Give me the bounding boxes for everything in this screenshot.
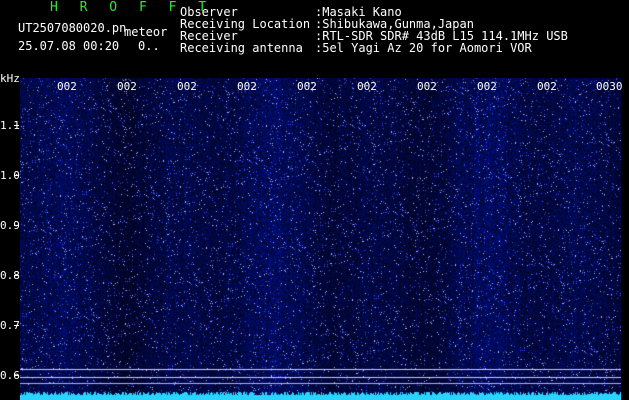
x-tick-label: 002 [237, 80, 257, 93]
y-tick-mark [14, 175, 19, 176]
antenna-value: :5el Yagi Az 20 for Aomori VOR [315, 41, 532, 55]
y-tick-mark [14, 225, 19, 226]
file-tag: meteor [124, 25, 168, 39]
y-tick-mark [14, 275, 19, 276]
x-tick-label: 002 [417, 80, 437, 93]
x-tick-label: 002 [477, 80, 497, 93]
y-tick-mark [14, 125, 19, 126]
x-tick-label: 002 [117, 80, 137, 93]
x-tick-label: 002 [537, 80, 557, 93]
header-panel: H R O F F T UT2507080020.pn meteor 25.07… [0, 0, 629, 76]
y-tick-mark [14, 375, 19, 376]
khz-axis-label: kHz [0, 72, 20, 85]
y-tick-mark [14, 325, 19, 326]
spectrogram-canvas [20, 78, 621, 400]
spectrogram-panel [20, 78, 621, 400]
event-count: 0.. [138, 39, 160, 53]
x-tick-label: 002 [57, 80, 77, 93]
x-tick-label: 002 [177, 80, 197, 93]
file-name: UT2507080020.pn [18, 21, 127, 35]
date-time: 25.07.08 00:20 [18, 39, 120, 53]
antenna-label: Receiving antenna [180, 41, 303, 55]
x-tick-label: 002 [297, 80, 317, 93]
x-tick-label: 002 [357, 80, 377, 93]
x-tick-label: 0030 [596, 80, 623, 93]
